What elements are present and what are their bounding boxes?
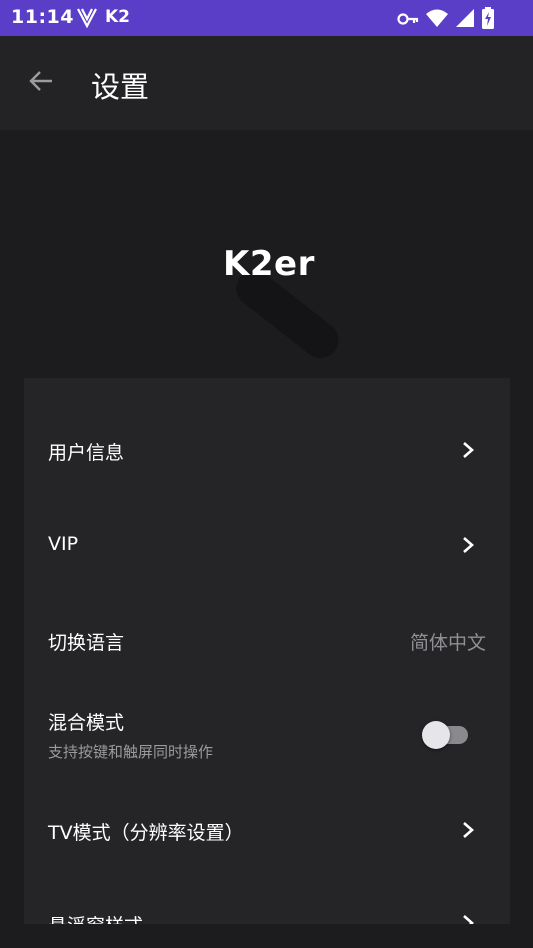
signal-icon xyxy=(455,8,475,32)
battery-charging-icon xyxy=(481,7,495,33)
settings-item-language[interactable]: 切换语言 简体中文 xyxy=(24,593,510,688)
v-logo-icon xyxy=(76,5,98,33)
page-title: 设置 xyxy=(91,70,150,104)
status-icons xyxy=(397,7,495,33)
settings-item-label: TV模式（分辨率设置） xyxy=(48,822,244,844)
settings-item-vip[interactable]: VIP xyxy=(24,498,510,593)
settings-item-label: VIP xyxy=(48,533,79,555)
status-bar: 11:14 K2 xyxy=(0,0,533,36)
key-icon xyxy=(397,11,419,30)
status-time: 11:14 xyxy=(11,6,74,28)
settings-item-label: 悬浮窗样式 xyxy=(48,911,143,924)
mixed-mode-toggle[interactable] xyxy=(422,721,470,749)
app-bar: 设置 xyxy=(0,36,533,130)
chevron-right-icon xyxy=(460,821,476,838)
settings-item-user-info[interactable]: 用户信息 xyxy=(24,403,510,498)
settings-card: 用户信息 VIP 切换语言 简体中文 混合模式 支持按键和触屏同时操作 TV模式… xyxy=(24,378,510,924)
settings-item-label: 用户信息 xyxy=(48,442,125,464)
settings-item-description: 支持按键和触屏同时操作 xyxy=(48,743,214,761)
settings-item-mixed-mode: 混合模式 支持按键和触屏同时操作 xyxy=(24,688,510,783)
settings-item-label: 混合模式 xyxy=(48,712,125,734)
language-value: 简体中文 xyxy=(409,632,486,654)
chevron-right-icon xyxy=(460,441,476,458)
app-logo: K2er xyxy=(205,236,375,366)
settings-item-float-window[interactable]: 悬浮窗样式 xyxy=(24,878,510,924)
arrow-left-icon xyxy=(28,69,54,97)
settings-item-tv-mode[interactable]: TV模式（分辨率设置） xyxy=(24,783,510,878)
back-button[interactable] xyxy=(24,66,58,100)
chevron-right-icon xyxy=(460,536,476,553)
toggle-thumb xyxy=(422,721,450,749)
status-carrier: K2 xyxy=(105,7,131,27)
logo-text: K2er xyxy=(223,244,315,284)
chevron-right-icon xyxy=(460,914,476,924)
settings-item-label: 切换语言 xyxy=(48,632,125,654)
wifi-icon xyxy=(425,8,449,32)
